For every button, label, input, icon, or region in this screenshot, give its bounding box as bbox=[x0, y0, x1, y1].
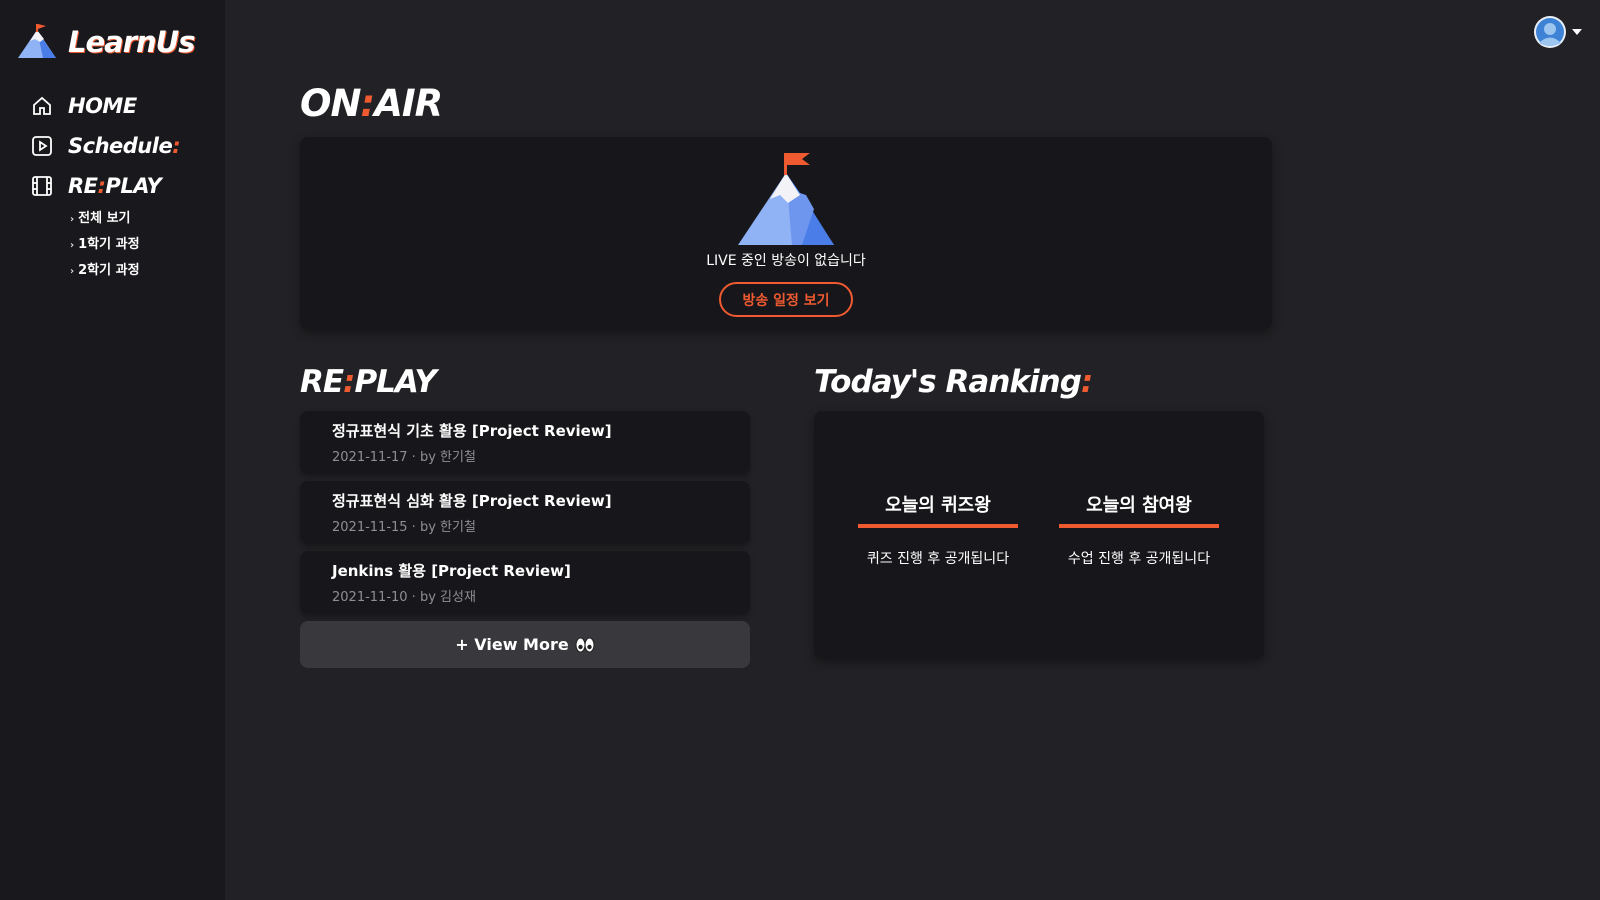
sidebar: LearnUs HOME Schedule: RE:PLAY › 전체 보기 › 1… bbox=[0, 0, 225, 900]
chevron-right-icon: › bbox=[70, 266, 75, 277]
nav-replay[interactable]: RE:PLAY bbox=[30, 166, 180, 206]
eyes-icon bbox=[575, 636, 595, 654]
onair-empty-message: LIVE 중인 방송이 없습니다 bbox=[706, 253, 866, 269]
mountain-flag-icon bbox=[738, 153, 834, 245]
replay-title: Jenkins 활용 [Project Review] bbox=[332, 562, 571, 580]
replay-heading-right: PLAY bbox=[354, 364, 436, 400]
view-more-button[interactable]: + View More bbox=[300, 621, 750, 668]
view-schedule-button[interactable]: 방송 일정 보기 bbox=[719, 282, 853, 317]
participation-king-title: 오늘의 참여왕 bbox=[1059, 491, 1219, 528]
participation-king-desc: 수업 진행 후 공개됩니다 bbox=[1067, 551, 1211, 567]
home-icon bbox=[30, 94, 54, 118]
replay-list: 정규표현식 기초 활용 [Project Review] 2021-11-17 … bbox=[300, 411, 750, 668]
participation-king-column: 오늘의 참여왕 수업 진행 후 공개됩니다 bbox=[1059, 491, 1219, 568]
submenu-semester-2[interactable]: › 2학기 과정 bbox=[70, 258, 180, 284]
replay-meta: 2021-11-15 · by 한기철 bbox=[332, 520, 476, 535]
quiz-king-desc: 퀴즈 진행 후 공개됩니다 bbox=[866, 551, 1010, 567]
ranking-heading-accent: : bbox=[1080, 364, 1093, 400]
view-more-label: + View More bbox=[455, 635, 569, 654]
nav-schedule-text: Schedule bbox=[68, 134, 173, 158]
list-item[interactable]: 정규표현식 심화 활용 [Project Review] 2021-11-15 … bbox=[300, 481, 750, 544]
replay-meta: 2021-11-17 · by 한기철 bbox=[332, 450, 476, 465]
nav-schedule-label: Schedule: bbox=[68, 134, 181, 158]
submenu-all-label: 전체 보기 bbox=[78, 211, 131, 226]
mountain-logo-icon bbox=[18, 24, 56, 58]
chevron-down-icon bbox=[1572, 29, 1582, 35]
nav-replay-label: RE:PLAY bbox=[68, 174, 162, 198]
avatar-icon bbox=[1534, 16, 1566, 48]
nav-home-label: HOME bbox=[68, 94, 137, 118]
ranking-heading: Today's Ranking: bbox=[814, 364, 1093, 400]
logo[interactable]: LearnUs bbox=[16, 24, 195, 60]
list-item[interactable]: 정규표현식 기초 활용 [Project Review] 2021-11-17 … bbox=[300, 411, 750, 474]
submenu-all[interactable]: › 전체 보기 bbox=[70, 206, 180, 232]
list-item[interactable]: Jenkins 활용 [Project Review] 2021-11-10 ·… bbox=[300, 551, 750, 614]
ranking-card: 오늘의 퀴즈왕 퀴즈 진행 후 공개됩니다 오늘의 참여왕 수업 진행 후 공개… bbox=[814, 411, 1264, 659]
ranking-heading-text: Today's Ranking bbox=[814, 364, 1082, 400]
film-icon bbox=[30, 174, 54, 198]
quiz-king-title: 오늘의 퀴즈왕 bbox=[858, 491, 1018, 528]
onair-heading-accent: : bbox=[360, 82, 375, 125]
replay-heading-accent: : bbox=[343, 364, 355, 400]
main-nav: HOME Schedule: RE:PLAY › 전체 보기 › 1학기 과정 › 2… bbox=[30, 86, 181, 284]
quiz-king-column: 오늘의 퀴즈왕 퀴즈 진행 후 공개됩니다 bbox=[858, 491, 1018, 568]
nav-replay-left: RE bbox=[68, 174, 98, 198]
chevron-right-icon: › bbox=[70, 214, 75, 225]
replay-submenu: › 전체 보기 › 1학기 과정 › 2학기 과정 bbox=[70, 206, 180, 284]
nav-schedule-accent: : bbox=[172, 134, 181, 158]
onair-heading: ON:AIR bbox=[300, 82, 443, 125]
onair-card: LIVE 중인 방송이 없습니다 방송 일정 보기 bbox=[300, 137, 1272, 330]
user-menu[interactable] bbox=[1534, 16, 1582, 48]
replay-title: 정규표현식 기초 활용 [Project Review] bbox=[332, 422, 612, 440]
play-icon bbox=[30, 134, 54, 158]
submenu-semester-2-label: 2학기 과정 bbox=[78, 263, 140, 278]
replay-heading: RE:PLAY bbox=[300, 364, 437, 400]
onair-heading-right: AIR bbox=[374, 82, 443, 125]
nav-schedule[interactable]: Schedule: bbox=[30, 126, 181, 166]
submenu-semester-1[interactable]: › 1학기 과정 bbox=[70, 232, 180, 258]
submenu-semester-1-label: 1학기 과정 bbox=[78, 237, 140, 252]
replay-title: 정규표현식 심화 활용 [Project Review] bbox=[332, 492, 612, 510]
chevron-right-icon: › bbox=[70, 240, 75, 251]
app-name: LearnUs bbox=[68, 25, 195, 59]
replay-heading-left: RE bbox=[300, 364, 344, 400]
nav-replay-right: PLAY bbox=[105, 174, 162, 198]
replay-meta: 2021-11-10 · by 김성재 bbox=[332, 590, 476, 605]
onair-heading-left: ON bbox=[300, 82, 361, 125]
nav-home[interactable]: HOME bbox=[30, 86, 180, 126]
